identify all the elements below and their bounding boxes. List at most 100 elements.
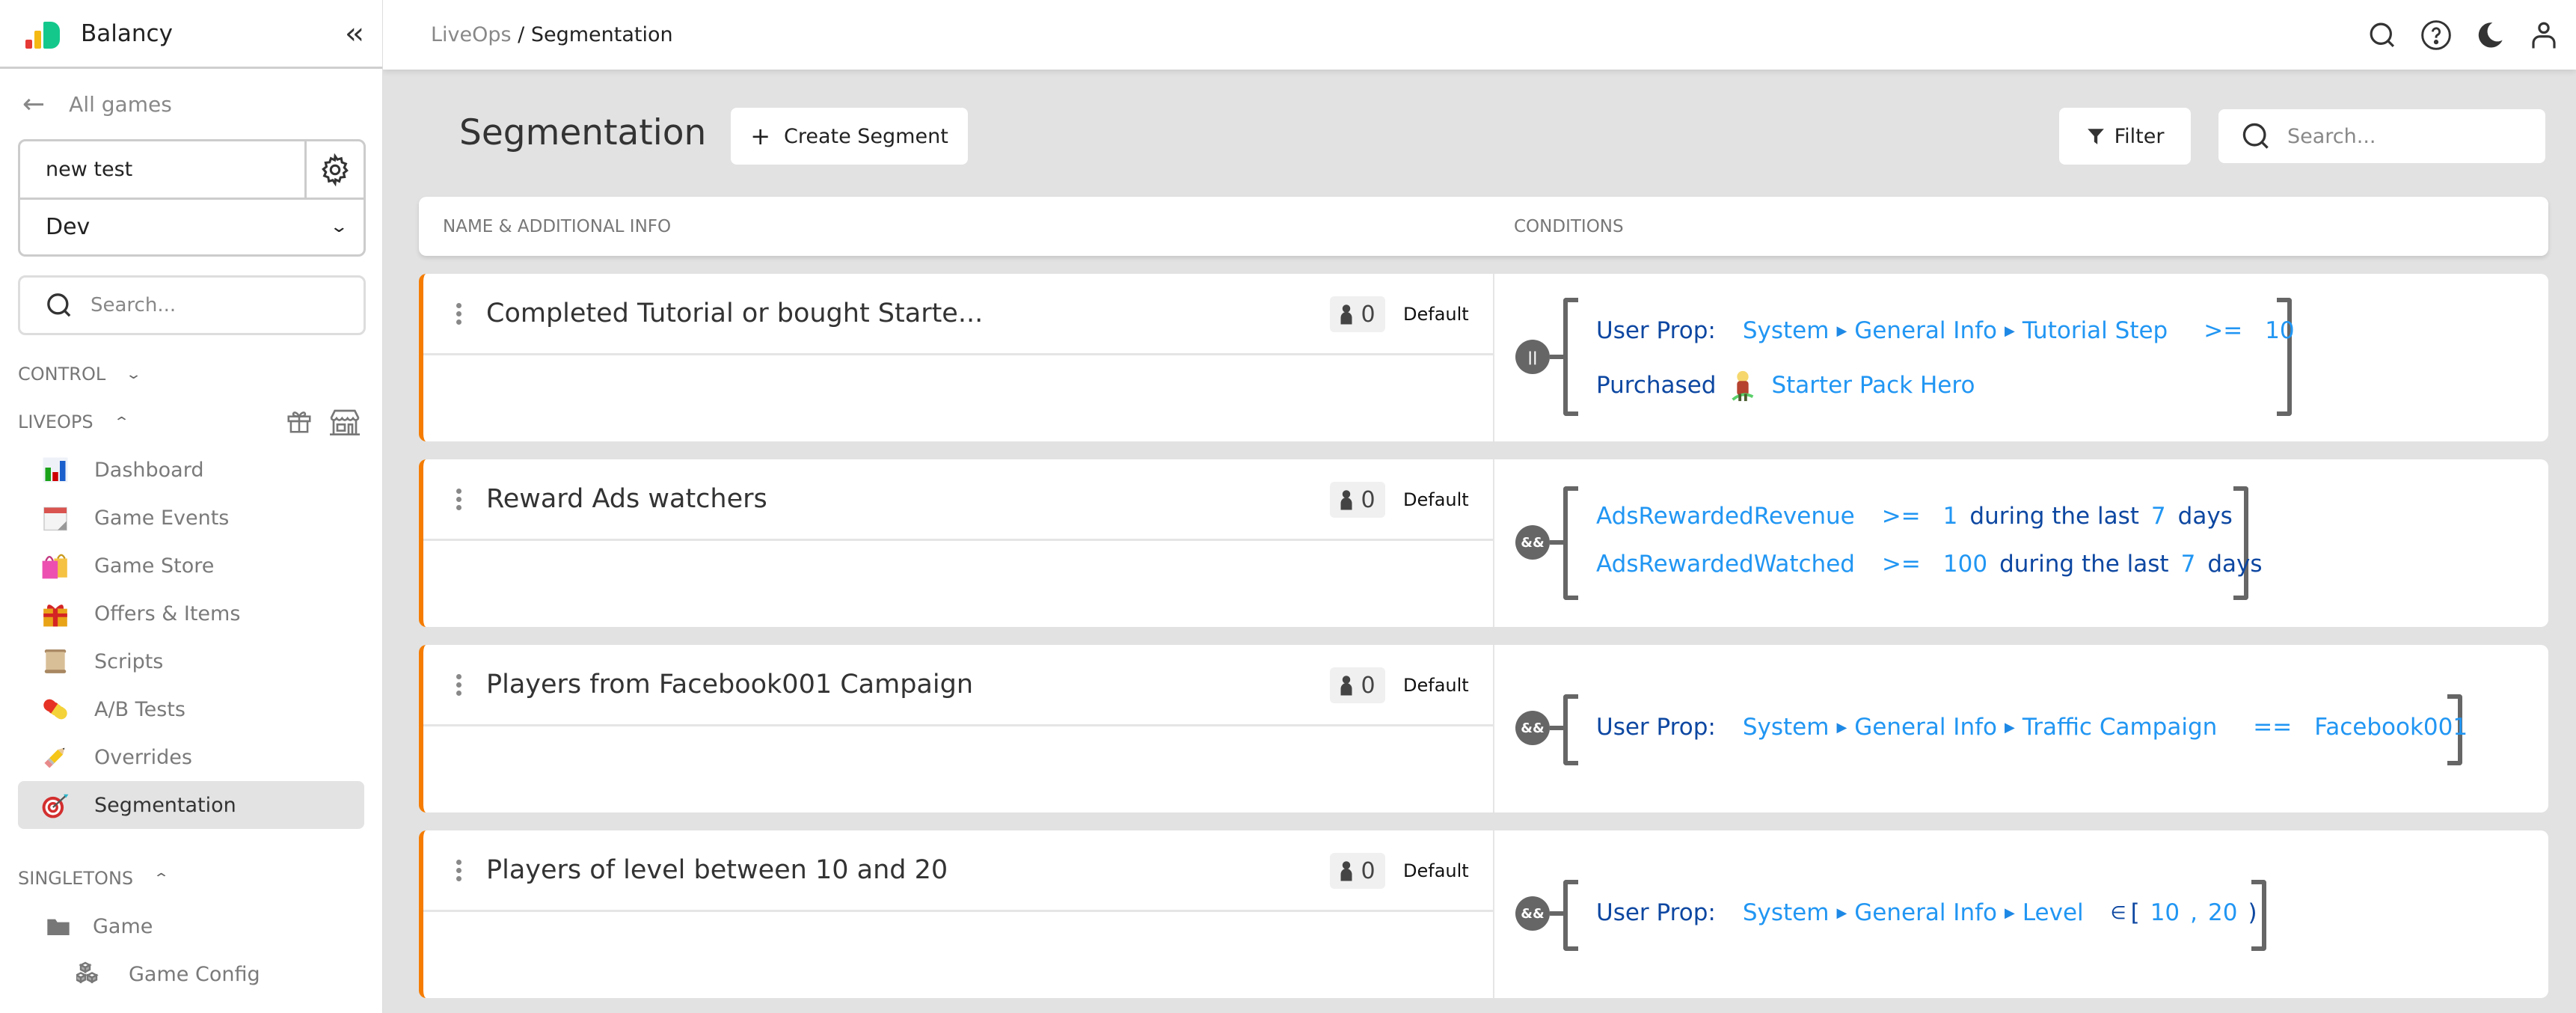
- path-segment: System: [1742, 714, 1830, 741]
- range-to-value: 20: [2208, 899, 2238, 926]
- bracket-right: [2233, 486, 2248, 600]
- sidebar-item-game-store[interactable]: Game Store: [18, 542, 364, 590]
- sidebar-item-dashboard[interactable]: Dashboard: [18, 446, 364, 494]
- range-from-value: 10: [2150, 899, 2180, 926]
- drag-handle-icon[interactable]: [453, 302, 464, 325]
- section-singletons-label: SINGLETONS: [18, 868, 134, 889]
- sidebar-item-offers-items[interactable]: Offers & Items: [18, 590, 364, 637]
- segment-conditions[interactable]: && User Prop: System ▶ General Info ▶ Le…: [1494, 830, 2548, 998]
- condition-prefix: User Prop:: [1596, 899, 1716, 926]
- sidebar-item-label: Game Events: [94, 506, 230, 530]
- segment-type-tag: Default: [1403, 675, 1469, 696]
- sidebar-item-segmentation[interactable]: Segmentation: [18, 781, 364, 829]
- game-name-field[interactable]: new test: [20, 141, 307, 198]
- environment-select[interactable]: Dev ⌄: [20, 200, 364, 254]
- condition-line: AdsRewardedRevenue >= 1 during the last …: [1596, 503, 2233, 530]
- brand-name: Balancy: [81, 19, 173, 47]
- sidebar-item-label: Offers & Items: [94, 602, 241, 625]
- segment-name[interactable]: Completed Tutorial or bought Starte...: [486, 299, 983, 328]
- pill-icon: [40, 694, 70, 724]
- section-liveops[interactable]: LIVEOPS ⌃: [0, 398, 382, 446]
- condition-line: User Prop: System ▶ General Info ▶ Level…: [1596, 899, 2257, 926]
- breadcrumb-parent[interactable]: LiveOps: [431, 23, 512, 46]
- filter-icon: [2087, 129, 2104, 144]
- help-icon[interactable]: [2419, 18, 2453, 52]
- path-segment: Level: [2022, 899, 2084, 926]
- all-games-label: All games: [69, 91, 172, 117]
- condition-prefix: User Prop:: [1596, 714, 1716, 741]
- condition-days-value: 7: [2180, 551, 2196, 578]
- segment-row[interactable]: Players of level between 10 and 20 0 Def…: [419, 830, 2548, 998]
- section-singletons[interactable]: SINGLETONS ⌃: [0, 854, 382, 902]
- game-selector: new test Dev ⌄: [18, 139, 366, 257]
- segment-type-tag: Default: [1403, 860, 1469, 881]
- all-games-link[interactable]: ← All games: [0, 69, 382, 139]
- segment-search-input[interactable]: [2287, 124, 2542, 148]
- segment-conditions[interactable]: && User Prop: System ▶ General Info ▶ Tr…: [1494, 645, 2548, 812]
- sidebar: Balancy ‹‹ ← All games new test Dev ⌄ CO…: [0, 0, 383, 1013]
- condition-line: User Prop: System ▶ General Info ▶ Traff…: [1596, 714, 2468, 741]
- segment-row[interactable]: Reward Ads watchers 0 Default && AdsRewa…: [419, 459, 2548, 627]
- scroll-icon: [40, 646, 70, 676]
- user-icon[interactable]: [2527, 18, 2561, 52]
- column-header-conditions: CONDITIONS: [1514, 216, 1624, 236]
- sidebar-header: Balancy ‹‹: [0, 0, 382, 69]
- bracket-right: [2277, 298, 2292, 416]
- purchased-item: Starter Pack Hero: [1771, 372, 1975, 399]
- segment-name[interactable]: Players of level between 10 and 20: [486, 855, 948, 885]
- person-icon: [1340, 304, 1352, 325]
- caret-right-icon: ▶: [1836, 719, 1847, 735]
- drag-handle-icon[interactable]: [453, 859, 464, 881]
- sidebar-item-ab-tests[interactable]: A/B Tests: [18, 685, 364, 733]
- dark-mode-icon[interactable]: [2473, 18, 2507, 52]
- condition-line: Purchased Starter Pack Hero: [1596, 368, 1975, 403]
- topbar-actions: [2365, 18, 2561, 52]
- segment-conditions[interactable]: || User Prop: System ▶ General Info ▶ Tu…: [1494, 274, 2548, 441]
- sidebar-item-game-events[interactable]: Game Events: [18, 494, 364, 542]
- store-icon[interactable]: [328, 407, 361, 437]
- search-icon[interactable]: [2365, 18, 2399, 52]
- bar-chart-icon: [40, 455, 70, 485]
- sidebar-item-game[interactable]: Game: [18, 902, 364, 950]
- condition-value: 1: [1942, 503, 1958, 530]
- folder-icon: [43, 911, 73, 941]
- segment-row[interactable]: Completed Tutorial or bought Starte... 0…: [419, 274, 2548, 441]
- condition-line: User Prop: System ▶ General Info ▶ Tutor…: [1596, 317, 2295, 344]
- condition-operator: >=: [1881, 551, 1921, 578]
- gift-icon[interactable]: [285, 407, 313, 435]
- and-operator-badge: &&: [1515, 896, 1550, 931]
- caret-right-icon: ▶: [1836, 322, 1847, 339]
- connector-line: [1550, 911, 1565, 916]
- or-operator-badge: ||: [1515, 340, 1550, 374]
- path-segment: General Info: [1854, 899, 1997, 926]
- section-liveops-label: LIVEOPS: [18, 411, 93, 432]
- liveops-nav: Dashboard Game Events Game Store Offers …: [0, 446, 382, 829]
- filter-button[interactable]: Filter: [2059, 108, 2191, 165]
- segment-conditions[interactable]: && AdsRewardedRevenue >= 1 during the la…: [1494, 459, 2548, 627]
- segment-row[interactable]: Players from Facebook001 Campaign 0 Defa…: [419, 645, 2548, 812]
- create-segment-button[interactable]: + Create Segment: [731, 108, 968, 165]
- sidebar-item-label: Segmentation: [94, 793, 236, 817]
- cubes-icon: [75, 959, 105, 989]
- and-operator-badge: &&: [1515, 525, 1550, 560]
- condition-days-label: days: [2177, 503, 2233, 530]
- sidebar-search-input[interactable]: [91, 294, 352, 316]
- condition-prefix: Purchased: [1596, 372, 1717, 399]
- game-settings-button[interactable]: [307, 141, 364, 198]
- drag-handle-icon[interactable]: [453, 488, 464, 510]
- segment-info: Completed Tutorial or bought Starte... 0…: [423, 274, 1494, 441]
- connector-line: [1550, 540, 1565, 545]
- path-segment: Traffic Campaign: [2022, 714, 2218, 741]
- section-control[interactable]: CONTROL ⌄: [0, 350, 382, 398]
- range-separator: ,: [2190, 899, 2198, 926]
- sidebar-item-game-config[interactable]: Game Config: [18, 950, 364, 998]
- sidebar-item-scripts[interactable]: Scripts: [18, 637, 364, 685]
- chevron-up-icon: ⌃: [112, 414, 130, 430]
- drag-handle-icon[interactable]: [453, 673, 464, 696]
- segment-name[interactable]: Reward Ads watchers: [486, 484, 767, 514]
- sidebar-item-overrides[interactable]: Overrides: [18, 733, 364, 781]
- segment-name[interactable]: Players from Facebook001 Campaign: [486, 670, 973, 700]
- sidebar-item-label: Scripts: [94, 649, 164, 673]
- double-chevron-left-icon[interactable]: ‹‹: [345, 16, 364, 51]
- search-icon: [47, 293, 71, 317]
